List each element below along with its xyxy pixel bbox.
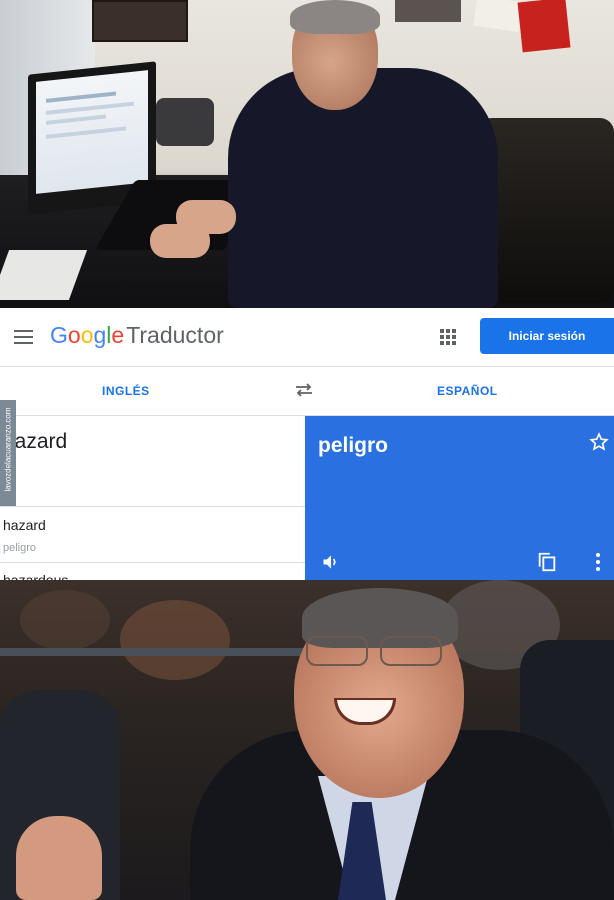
watermark-text: lavozdelacuaranzo.com xyxy=(3,407,13,492)
logo-letter: G xyxy=(50,322,68,348)
copy-icon[interactable] xyxy=(536,551,558,573)
right-hand xyxy=(176,200,236,234)
man-suit xyxy=(228,68,498,308)
language-bar: INGLÉS ESPAÑOL xyxy=(0,367,614,416)
logo-letter: o xyxy=(67,322,81,348)
google-translate-logo: GoogleTraductor xyxy=(50,322,224,349)
source-text-pane[interactable]: hazard hazard peligro hazardous xyxy=(0,416,305,588)
stadium-rail xyxy=(0,648,320,656)
product-name: Traductor xyxy=(126,322,224,348)
swap-arrows-icon[interactable] xyxy=(293,382,315,398)
glasses xyxy=(302,636,452,666)
top-photo xyxy=(0,0,614,308)
divider xyxy=(0,562,305,563)
logo-letter: g xyxy=(93,322,107,348)
apps-grid-icon[interactable] xyxy=(440,329,456,345)
desk-phone xyxy=(156,98,214,146)
source-language-button[interactable]: INGLÉS xyxy=(102,384,150,398)
more-vert-icon[interactable] xyxy=(590,552,606,572)
speaker-icon[interactable] xyxy=(321,552,341,572)
google-translate-panel: GoogleTraductor Iniciar sesión INGLÉS ES… xyxy=(0,308,614,588)
office-chair xyxy=(478,118,614,303)
translate-header: GoogleTraductor Iniciar sesión xyxy=(0,308,614,367)
man-hair xyxy=(290,0,380,34)
suggestion-translation: peligro xyxy=(3,542,37,554)
wall-posters xyxy=(395,0,614,53)
wall-frame xyxy=(92,0,188,42)
watermark: lavozdelacuaranzo.com xyxy=(0,400,16,506)
suggestion-word[interactable]: hazard xyxy=(3,517,46,533)
logo-letter: o xyxy=(80,322,94,348)
clapping-hands xyxy=(16,816,102,900)
star-icon[interactable] xyxy=(589,432,609,452)
target-language-button[interactable]: ESPAÑOL xyxy=(437,384,498,398)
translation-result-pane: peligro xyxy=(305,416,614,580)
bottom-photo xyxy=(0,580,614,900)
monitor-screen xyxy=(36,70,148,194)
hamburger-menu-icon[interactable] xyxy=(14,330,33,344)
logo-letter: e xyxy=(111,322,125,348)
divider xyxy=(0,506,305,507)
sign-in-button[interactable]: Iniciar sesión xyxy=(480,318,614,354)
translation-text: peligro xyxy=(318,434,389,457)
